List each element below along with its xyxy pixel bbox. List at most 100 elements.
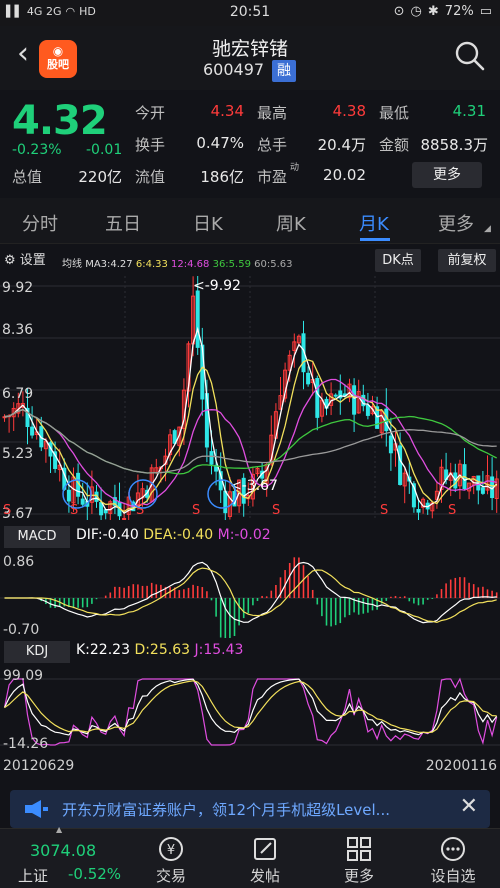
float-label: 流值: [135, 168, 166, 186]
period-tabs: 分时 五日 日K 周K 月K 更多 ◢: [0, 198, 500, 244]
candle: [255, 466, 260, 477]
tab-weekly-k[interactable]: 周K: [276, 210, 306, 236]
mktcap-label: 总值: [12, 168, 43, 186]
adjust-button[interactable]: 前复权: [438, 249, 496, 272]
candle: [333, 393, 338, 399]
tab-daily-k[interactable]: 日K: [193, 210, 223, 236]
settings-button[interactable]: ⚙ 设置: [4, 250, 46, 272]
sell-signal: S: [70, 503, 78, 518]
candle: [329, 382, 334, 416]
candle: [476, 475, 481, 505]
candle: [292, 333, 297, 368]
candle: [448, 462, 453, 497]
sell-signal: S: [3, 503, 11, 518]
macd-values: DIF:-0.40 DEA:-0.40 M:-0.02: [76, 527, 271, 543]
candle: [306, 366, 311, 387]
macd-chart[interactable]: [0, 550, 500, 638]
macd-lines: [4, 561, 497, 624]
margin-badge: 融: [272, 60, 296, 82]
ma12-value: 12:4.68: [171, 259, 210, 270]
close-icon[interactable]: ✕: [460, 794, 478, 819]
index-up-caret-icon: ▲: [56, 825, 63, 834]
candle: [315, 375, 320, 431]
kdj-values: K:22.23 D:25.63 J:15.43: [76, 642, 243, 658]
y-label-1: 9.92: [2, 280, 33, 296]
tab-more[interactable]: 更多: [438, 210, 474, 236]
quote-panel: 4.32 -0.23% -0.01 今开 4.34 最高 4.38 最低 4.3…: [0, 90, 500, 198]
trade-icon: ¥: [136, 835, 206, 863]
min-price-marker: <-3.67: [230, 478, 278, 494]
mktcap-value: 220亿: [78, 168, 122, 186]
lock-icon: ⊙: [393, 4, 405, 19]
candle: [494, 470, 499, 513]
j-line: [3, 677, 498, 746]
battery-percent: 72%: [444, 4, 474, 19]
tab-five-day[interactable]: 五日: [105, 210, 141, 236]
ma6-value: 6:4.33: [135, 259, 168, 270]
low-label: 最低: [379, 104, 410, 122]
nav-trade-label: 交易: [155, 867, 186, 885]
kdj-d: D:25.63: [134, 642, 191, 658]
index-name[interactable]: 上证: [18, 865, 48, 886]
grid-icon: [324, 835, 394, 863]
y-label-3: 6.79: [2, 386, 33, 402]
candle: [402, 466, 407, 504]
kdj-label-button[interactable]: KDJ: [4, 641, 70, 663]
svg-text:¥: ¥: [167, 843, 175, 858]
float-value: 186亿: [200, 168, 244, 186]
index-change: -0.52%: [68, 865, 122, 883]
turnover-value: 0.47%: [196, 134, 244, 152]
low-value: 4.31: [452, 102, 486, 120]
stock-code: 600497: [203, 60, 265, 79]
high-value: 4.38: [332, 102, 366, 120]
y-label-2: 8.36: [2, 322, 33, 338]
open-value: 4.34: [210, 102, 244, 120]
active-tab-underline: [360, 238, 390, 241]
change-percent: -0.23%: [12, 142, 62, 158]
kdj-chart[interactable]: [0, 665, 500, 755]
candle: [434, 481, 439, 509]
dif-line: [4, 561, 497, 624]
candle: [462, 448, 467, 490]
kdj-bottom-value: -14.26: [3, 736, 49, 752]
kdj-lines: [3, 677, 498, 746]
candle: [11, 402, 16, 431]
alarm-icon: ◷: [410, 4, 422, 19]
status-right: ⊙ ◷ ✱ 72% ▭: [394, 4, 492, 19]
nav-add-watchlist-label: 设自选: [430, 867, 476, 885]
tab-intraday[interactable]: 分时: [22, 210, 58, 236]
promo-banner[interactable]: 开东方财富证券账户，领12个月手机超级Level... ✕: [10, 790, 490, 828]
search-icon[interactable]: [454, 40, 486, 72]
candle: [2, 414, 7, 422]
battery-icon: ▭: [479, 4, 492, 19]
macd-dif: DIF:-0.40: [76, 527, 139, 543]
nav-add-watchlist[interactable]: 设自选: [418, 835, 488, 886]
ma60-value: 60:5.63: [254, 259, 293, 270]
amount-label: 金额: [379, 136, 410, 154]
macd-dea: DEA:-0.40: [143, 527, 214, 543]
kline-chart[interactable]: 9.92 8.36 6.79 5.23 3.67 <-9.92 <-3.67 S…: [0, 276, 500, 520]
dk-point-button[interactable]: DK点: [375, 249, 421, 272]
macd-label-button[interactable]: MACD: [4, 526, 70, 548]
last-price: 4.32: [12, 98, 108, 144]
ma36-value: 36:5.59: [212, 259, 251, 270]
more-caret-icon: ◢: [484, 224, 491, 234]
more-quote-button[interactable]: 更多: [412, 162, 482, 188]
index-value[interactable]: 3074.08: [30, 841, 96, 860]
candle: [490, 457, 495, 511]
turnover-label: 换手: [135, 136, 166, 154]
sell-signal: S: [192, 503, 200, 518]
kdj-k: K:22.23: [76, 642, 130, 658]
nav-post[interactable]: 发帖: [230, 835, 300, 886]
pe-label: 市盈: [257, 168, 288, 186]
app-header: ‹ ◉ 股吧 驰宏锌锗 600497 融: [0, 26, 500, 90]
candle: [352, 378, 357, 432]
candle: [467, 482, 472, 500]
bottom-bar: ▲ 3074.08 上证 -0.52% ¥ 交易 发帖 更多 设自选: [0, 825, 500, 888]
ma3-value: MA3:4.27: [85, 259, 133, 270]
nav-more-label: 更多: [343, 867, 374, 885]
nav-more[interactable]: 更多: [324, 835, 394, 886]
tab-monthly-k[interactable]: 月K: [359, 210, 389, 236]
settings-label: 设置: [19, 253, 46, 268]
nav-trade[interactable]: ¥ 交易: [136, 835, 206, 886]
